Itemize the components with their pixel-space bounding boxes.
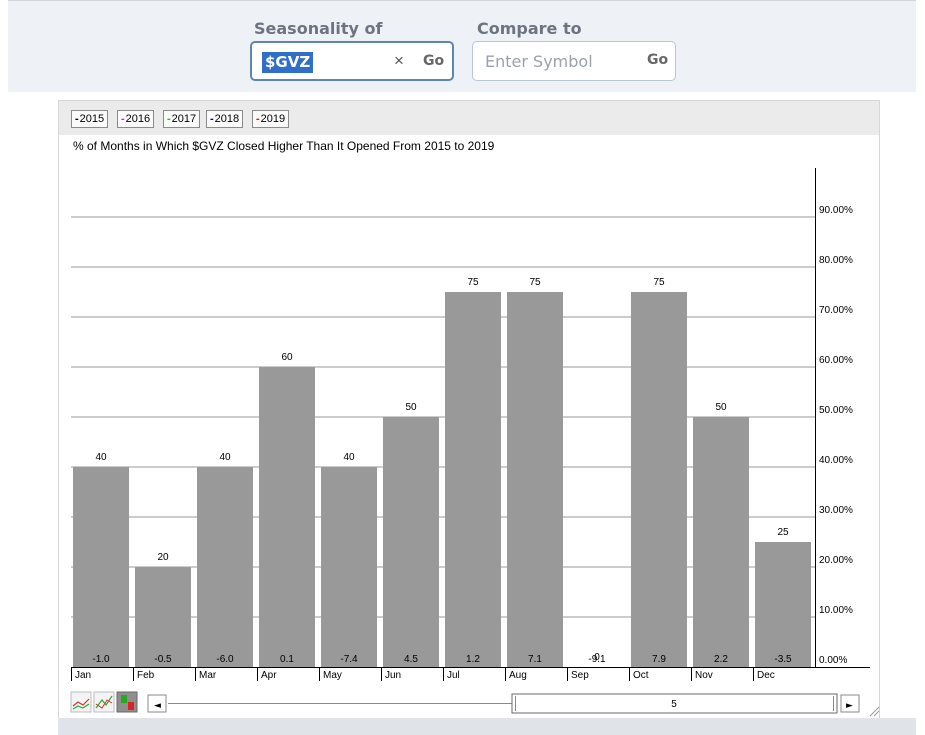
bar [321, 467, 377, 667]
bar-change-label: -6.0 [216, 654, 234, 665]
bar [383, 417, 439, 667]
bar-change-label: -3.5 [774, 654, 792, 665]
range-value: 5 [671, 699, 677, 710]
x-tick-label: Jun [385, 670, 401, 681]
x-tick-label: Apr [261, 670, 277, 681]
bar [259, 367, 315, 667]
x-tick-label: Mar [199, 670, 217, 681]
y-tick-label: 70.00% [819, 305, 853, 316]
x-tick-label: Nov [695, 670, 713, 681]
bar-change-label: -9.1 [588, 654, 606, 665]
bar-value-label: 75 [467, 277, 479, 288]
bar [631, 292, 687, 667]
y-tick-label: 50.00% [819, 405, 853, 416]
bar-value-label: 40 [219, 452, 231, 463]
bar-change-label: 7.9 [652, 654, 666, 665]
bar-value-label: 25 [777, 527, 789, 538]
y-tick-label: 80.00% [819, 255, 853, 266]
y-tick-label: 60.00% [819, 355, 853, 366]
bar-value-label: 60 [281, 352, 293, 363]
bottom-strip [58, 718, 916, 735]
bar-change-label: 4.5 [404, 654, 418, 665]
y-tick-label: 30.00% [819, 505, 853, 516]
bar [197, 467, 253, 667]
x-tick-label: Aug [509, 670, 527, 681]
bar [445, 292, 501, 667]
bar [73, 467, 129, 667]
resize-grip [869, 706, 880, 717]
bar-chart-icon-red [128, 702, 134, 710]
x-tick-label: May [323, 670, 342, 681]
x-tick-label: Sep [571, 670, 589, 681]
bar-value-label: 20 [157, 552, 169, 563]
bar-value-label: 40 [95, 452, 107, 463]
bar-value-label: 40 [343, 452, 355, 463]
bar [755, 542, 811, 667]
x-tick-label: Dec [757, 670, 775, 681]
bar-change-label: -1.0 [92, 654, 110, 665]
y-tick-label: 10.00% [819, 605, 853, 616]
bar [507, 292, 563, 667]
bar [135, 567, 191, 667]
x-tick-label: Jul [447, 670, 460, 681]
x-tick-label: Feb [137, 670, 155, 681]
bar-value-label: 75 [653, 277, 665, 288]
bar-change-label: -0.5 [154, 654, 172, 665]
y-tick-label: 90.00% [819, 205, 853, 216]
bar-value-label: 75 [529, 277, 541, 288]
bar [693, 417, 749, 667]
bar-chart-icon-green [121, 695, 127, 703]
x-tick-label: Jan [75, 670, 91, 681]
y-tick-label: 20.00% [819, 555, 853, 566]
x-tick-label: Oct [633, 670, 649, 681]
y-tick-label: 40.00% [819, 455, 853, 466]
bar-change-label: 0.1 [280, 654, 294, 665]
seasonality-bar-chart: 0.00% 10.00% 20.00% 30.00% 40.00% 50.00% 60.00… [70, 168, 880, 717]
bar-value-label: 50 [715, 402, 727, 413]
bar-change-label: 7.1 [528, 654, 542, 665]
bar-change-label: 1.2 [466, 654, 480, 665]
y-tick-label: 0.00% [819, 655, 847, 666]
bar-change-label: 2.2 [714, 654, 728, 665]
scroll-left-arrow: ◄ [154, 701, 161, 711]
scroll-right-arrow: ► [846, 701, 853, 711]
bar-change-label: -7.4 [340, 654, 358, 665]
bar-value-label: 50 [405, 402, 417, 413]
